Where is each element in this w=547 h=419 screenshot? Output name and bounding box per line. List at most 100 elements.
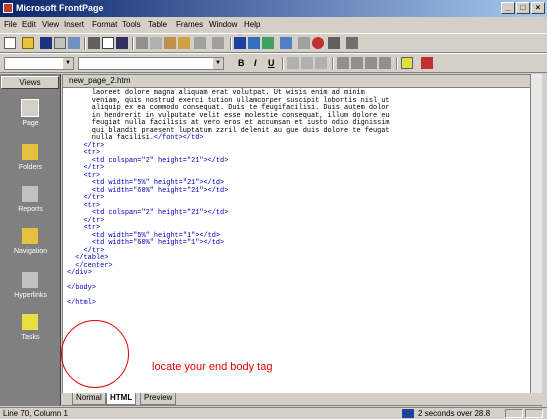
- underline-button[interactable]: U: [268, 58, 275, 68]
- style-dropdown[interactable]: ▼: [4, 57, 74, 70]
- views-bar: Views Page Folders Reports Navigation Hy…: [0, 74, 61, 406]
- view-hyperlinks[interactable]: Hyperlinks: [0, 266, 61, 306]
- spelling-icon[interactable]: [116, 37, 128, 49]
- cut-icon[interactable]: [136, 37, 148, 49]
- print-preview-icon[interactable]: [102, 37, 114, 49]
- menu-frames[interactable]: Frames: [176, 20, 203, 29]
- align-left-icon[interactable]: [287, 57, 299, 69]
- frontpage-app-icon[interactable]: [3, 3, 13, 13]
- title-bar: Microsoft FrontPage _ □ ×: [0, 0, 547, 17]
- toolbar-separator: [332, 57, 334, 70]
- document-tab[interactable]: new_page_2.htm: [63, 75, 541, 88]
- html-source-code[interactable]: laoreet dolore magna aliquam erat volutp…: [67, 89, 537, 308]
- tasks-view-icon: [22, 314, 38, 330]
- view-label: Tasks: [21, 334, 40, 341]
- highlight-circle: [61, 320, 129, 388]
- tab-normal[interactable]: Normal: [72, 393, 106, 405]
- bold-button[interactable]: B: [238, 58, 245, 68]
- toolbar-separator: [230, 37, 232, 50]
- views-header: Views: [1, 76, 59, 89]
- maximize-button[interactable]: □: [516, 2, 530, 14]
- tab-preview[interactable]: Preview: [140, 393, 177, 405]
- save-icon[interactable]: [40, 37, 52, 49]
- align-center-icon[interactable]: [301, 57, 313, 69]
- view-tabs: Normal HTML Preview: [62, 393, 542, 405]
- navigation-view-icon: [22, 228, 38, 244]
- view-page[interactable]: Page: [0, 94, 61, 134]
- format-painter-icon[interactable]: [178, 37, 190, 49]
- download-time: 2 seconds over 28.8: [418, 409, 491, 418]
- help-icon[interactable]: [346, 37, 358, 49]
- connection-icon: [402, 409, 414, 418]
- font-color-icon[interactable]: [421, 57, 433, 69]
- bullets-icon[interactable]: [351, 57, 363, 69]
- menu-insert[interactable]: Insert: [64, 20, 84, 29]
- page-view-icon: [21, 99, 39, 117]
- increase-indent-icon[interactable]: [379, 57, 391, 69]
- new-page-icon[interactable]: [4, 37, 16, 49]
- highlight-color-icon[interactable]: [401, 57, 413, 69]
- toolbar-separator: [132, 37, 134, 50]
- menu-edit[interactable]: Edit: [22, 20, 36, 29]
- view-label: Hyperlinks: [14, 292, 47, 299]
- status-panel: [505, 409, 523, 418]
- numbering-icon[interactable]: [337, 57, 349, 69]
- undo-icon[interactable]: [194, 37, 206, 49]
- view-reports[interactable]: Reports: [0, 180, 61, 220]
- view-navigation[interactable]: Navigation: [0, 222, 61, 262]
- code-line[interactable]: </div>: [67, 269, 92, 277]
- show-all-icon[interactable]: [328, 37, 340, 49]
- menu-format[interactable]: Format: [92, 20, 117, 29]
- close-button[interactable]: ×: [531, 2, 545, 14]
- view-label: Page: [22, 120, 39, 127]
- minimize-button[interactable]: _: [501, 2, 515, 14]
- html-editor[interactable]: new_page_2.htm laoreet dolore magna aliq…: [62, 74, 542, 406]
- chevron-down-icon: ▼: [63, 58, 73, 69]
- menu-bar: File Edit View Insert Format Tools Table…: [0, 17, 547, 33]
- standard-toolbar: [0, 33, 547, 53]
- menu-file[interactable]: File: [4, 20, 17, 29]
- code-line[interactable]: </html>: [67, 299, 96, 307]
- menu-tools[interactable]: Tools: [122, 20, 141, 29]
- view-tasks[interactable]: Tasks: [0, 308, 61, 348]
- italic-button[interactable]: I: [254, 58, 257, 68]
- decrease-indent-icon[interactable]: [365, 57, 377, 69]
- view-label: Folders: [18, 164, 43, 171]
- stop-icon[interactable]: [312, 37, 324, 49]
- insert-picture-icon[interactable]: [262, 37, 274, 49]
- font-dropdown[interactable]: ▼: [78, 57, 224, 70]
- tab-html[interactable]: HTML: [106, 393, 137, 405]
- chevron-down-icon: ▼: [213, 58, 223, 69]
- hyperlink-icon[interactable]: [280, 37, 292, 49]
- hyperlinks-view-icon: [22, 272, 38, 288]
- view-label: Reports: [18, 206, 43, 213]
- refresh-icon[interactable]: [298, 37, 310, 49]
- code-line[interactable]: </body>: [67, 284, 96, 292]
- redo-icon[interactable]: [212, 37, 224, 49]
- window-title: Microsoft FrontPage: [16, 3, 104, 13]
- folders-view-icon: [22, 144, 38, 160]
- toolbar-separator: [84, 37, 86, 50]
- reports-view-icon: [22, 186, 38, 202]
- web-folder-icon[interactable]: [68, 37, 80, 49]
- insert-component-icon[interactable]: [234, 37, 246, 49]
- menu-table[interactable]: Table: [148, 20, 167, 29]
- vertical-scrollbar[interactable]: [530, 74, 542, 394]
- insert-table-icon[interactable]: [248, 37, 260, 49]
- menu-window[interactable]: Window: [209, 20, 237, 29]
- cursor-position: Line 70, Column 1: [3, 409, 68, 418]
- align-right-icon[interactable]: [315, 57, 327, 69]
- paste-icon[interactable]: [164, 37, 176, 49]
- status-panel: [525, 409, 543, 418]
- publish-icon[interactable]: [54, 37, 66, 49]
- formatting-toolbar: ▼ ▼ B I U: [0, 53, 547, 73]
- copy-icon[interactable]: [150, 37, 162, 49]
- status-bar: Line 70, Column 1 2 seconds over 28.8: [0, 407, 547, 419]
- open-folder-icon[interactable]: [22, 37, 34, 49]
- toolbar-separator: [282, 57, 284, 70]
- view-folders[interactable]: Folders: [0, 138, 61, 178]
- menu-view[interactable]: View: [42, 20, 59, 29]
- menu-help[interactable]: Help: [244, 20, 260, 29]
- print-icon[interactable]: [88, 37, 100, 49]
- toolbar-separator: [396, 57, 398, 70]
